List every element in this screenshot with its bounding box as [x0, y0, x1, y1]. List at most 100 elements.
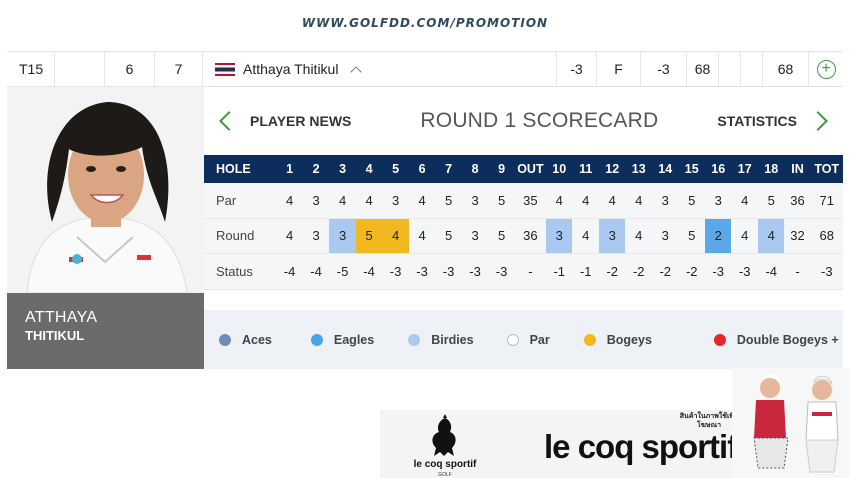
score-cell: -2 [598, 253, 626, 290]
score-cell: 3 [704, 183, 732, 219]
score-cell: 3 [461, 218, 489, 254]
score-cell: 4 [276, 183, 303, 219]
score-cell: 32 [784, 218, 811, 254]
score-cell: 4 [598, 183, 626, 219]
hole-header-cell: 18 [757, 155, 785, 183]
legend-label: Bogeys [606, 332, 652, 347]
hole-header: HOLE [204, 155, 277, 183]
hole-header-cell: 4 [355, 155, 383, 183]
score-cell: 2 [704, 218, 732, 254]
scorecard-title: ROUND 1 SCORECARD [420, 109, 659, 132]
score-cell: 3 [545, 218, 573, 254]
score-cell: 5 [488, 183, 515, 219]
hole-header-cell: IN [784, 155, 811, 183]
player-news-link[interactable]: PLAYER NEWS [250, 113, 351, 129]
hole-header-cell: OUT [514, 155, 546, 183]
legend-label: Birdies [431, 332, 474, 347]
brand-small-sub: GOLF [438, 472, 452, 478]
scorecard-page: WWW.GOLFDD.COM/PROMOTION T15 6 7 Atthaya… [0, 0, 850, 478]
legend-label: Aces [242, 332, 272, 347]
score-cell: 4 [355, 183, 383, 219]
chevron-left-icon[interactable] [219, 111, 239, 131]
score-cell: 3 [302, 218, 330, 254]
player-name-cell[interactable]: Atthaya Thitikul [203, 52, 557, 86]
legend-item: Par [506, 333, 550, 347]
score-cell: -3 [731, 253, 758, 290]
sponsor-banner[interactable]: le coq sportif GOLF le coq sportif สินค้… [380, 368, 850, 478]
chevron-up-icon[interactable] [350, 65, 363, 78]
legend-dot-icon [583, 333, 596, 346]
legend-dot-icon [713, 333, 726, 346]
score-cell: -4 [302, 253, 330, 290]
hole-header-cell: 14 [651, 155, 679, 183]
brand-small-text: le coq sportif [413, 459, 477, 470]
position: T15 [7, 52, 55, 86]
chevron-right-icon[interactable] [808, 111, 828, 131]
hole-header-cell: 9 [488, 155, 515, 183]
rooster-icon [432, 414, 456, 456]
hole-header-cell: 1 [276, 155, 303, 183]
leaderboard-row[interactable]: T15 6 7 Atthaya Thitikul -3 F -3 68 68 + [7, 51, 843, 87]
score-cell: -3 [382, 253, 409, 290]
legend-label: Eagles [333, 332, 375, 347]
hole-header-cell: 16 [704, 155, 732, 183]
score-cell: 5 [678, 218, 705, 254]
hole-header-cell: TOT [810, 155, 843, 183]
hole-header-cell: 2 [302, 155, 330, 183]
row-label: Status [204, 253, 277, 290]
scorecard-table: HOLE 1 2 3 4 5 6 7 8 9 OUT 10 11 12 13 14 15 16 17 18 IN TOT … [204, 155, 843, 290]
score-cell: 3 [598, 218, 626, 254]
legend-item: Bogeys [583, 332, 652, 347]
legend-dot-icon [310, 333, 323, 346]
score-cell: 3 [461, 183, 489, 219]
row-label: Par [204, 183, 277, 219]
score-cell: -3 [435, 253, 462, 290]
round-3-score [741, 52, 763, 86]
expand-cell[interactable]: + [809, 52, 843, 86]
score-cell: 4 [625, 218, 652, 254]
score-cell: -4 [355, 253, 383, 290]
scorecard-row-status: Status -4 -4 -5 -4 -3 -3 -3 -3 -3- -1 -1 -2 -2 -2 -2 -3-… [204, 253, 843, 290]
score-cell: 4 [731, 183, 758, 219]
hole-header-cell: 3 [329, 155, 356, 183]
promo-url[interactable]: WWW.GOLFDD.COM/PROMOTION [0, 16, 850, 30]
score-cell: -3 [488, 253, 515, 290]
score-cell: - [784, 253, 811, 290]
score-cell: 4 [757, 218, 785, 254]
legend-label: Double Bogeys + [736, 332, 839, 347]
legend-item: Eagles [310, 332, 375, 347]
score-cell: -1 [572, 253, 599, 290]
statistics-link[interactable]: STATISTICS [717, 113, 797, 129]
score-cell: 4 [408, 183, 436, 219]
hole-header-cell: 10 [545, 155, 573, 183]
score-cell: 4 [731, 218, 758, 254]
score-cell: 71 [810, 183, 843, 219]
player-portrait-icon [7, 87, 204, 293]
score-cell: 3 [329, 218, 356, 254]
score-cell: 4 [545, 183, 573, 219]
hole-header-cell: 6 [408, 155, 436, 183]
stat-cell-b: 7 [155, 52, 203, 86]
hole-header-cell: 13 [625, 155, 652, 183]
brand-large-text: le coq sportif [544, 428, 738, 465]
plus-circle-icon[interactable]: + [816, 59, 836, 79]
round-1-score: 68 [687, 52, 719, 86]
score-cell: - [514, 253, 546, 290]
score-cell: 35 [514, 183, 546, 219]
score-cell: 5 [488, 218, 515, 254]
score-cell: 36 [514, 218, 546, 254]
row-label: Round [204, 218, 277, 254]
score-cell: 4 [329, 183, 356, 219]
score-cell: 3 [651, 183, 679, 219]
score-cell: -4 [757, 253, 785, 290]
legend-item: Double Bogeys + [713, 332, 839, 347]
score-cell: 4 [572, 218, 599, 254]
scorecard-nav: PLAYER NEWS ROUND 1 SCORECARD STATISTICS [204, 87, 843, 155]
legend-dot-icon [506, 333, 519, 346]
score-cell: -3 [704, 253, 732, 290]
hole-header-cell: 17 [731, 155, 758, 183]
rooster-logo: le coq sportif GOLF [410, 414, 480, 478]
scorecard-row-par: Par 4 3 4 4 3 4 5 3 5 35 4 4 4 4 3 5 3 4 5 36 71 [204, 183, 843, 219]
score-cell: 4 [572, 183, 599, 219]
score-cell: 4 [408, 218, 436, 254]
